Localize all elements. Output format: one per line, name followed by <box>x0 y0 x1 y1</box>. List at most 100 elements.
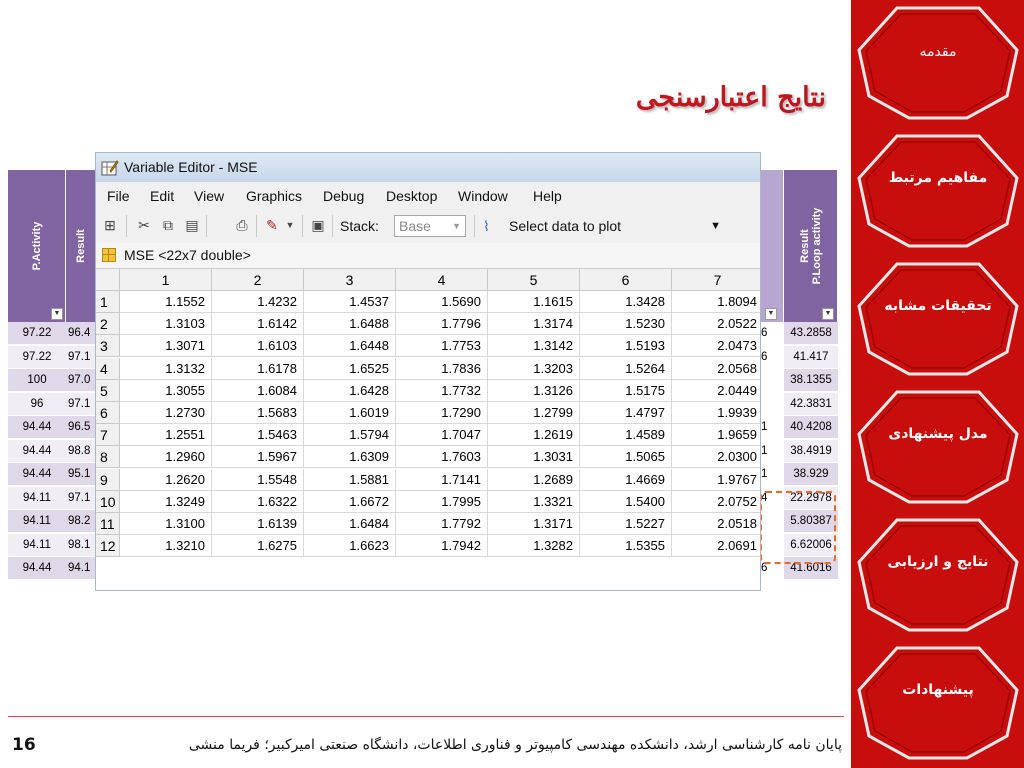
grid-cell[interactable]: 1.5881 <box>304 468 396 491</box>
grid-cell[interactable]: 1.3132 <box>120 357 212 380</box>
row-header[interactable]: 10 <box>96 490 120 513</box>
column-header-7[interactable]: 7 <box>672 269 760 291</box>
grid-cell[interactable]: 1.5230 <box>580 313 672 336</box>
grid-cell[interactable]: 1.6084 <box>212 379 304 402</box>
row-header[interactable]: 9 <box>96 468 120 491</box>
row-header[interactable]: 1 <box>96 291 120 313</box>
grid-cell[interactable]: 1.5065 <box>580 446 672 469</box>
copy-icon[interactable]: ⧉ <box>160 217 176 233</box>
grid-cell[interactable]: 1.4232 <box>212 291 304 313</box>
grid-cell[interactable]: 1.3174 <box>488 313 580 336</box>
row-header[interactable]: 6 <box>96 402 120 424</box>
grid-cell[interactable]: 2.0752 <box>672 491 760 513</box>
menu-item-desktop[interactable]: Desktop <box>386 188 437 204</box>
grid-cell[interactable]: 1.3126 <box>488 379 580 402</box>
paste-icon[interactable]: ▤ <box>184 217 200 233</box>
grid-cell[interactable]: 1.2619 <box>488 424 580 447</box>
grid-cell[interactable]: 1.5683 <box>212 402 304 424</box>
menu-item-graphics[interactable]: Graphics <box>246 188 302 204</box>
stack-select[interactable]: Base ▼ <box>394 215 466 237</box>
grid-cell[interactable]: 1.7290 <box>396 402 488 424</box>
grid-cell[interactable]: 1.1552 <box>120 291 212 313</box>
row-header[interactable]: 12 <box>96 535 120 558</box>
grid-cell[interactable]: 1.5967 <box>212 446 304 469</box>
grid-cell[interactable]: 2.0691 <box>672 535 760 558</box>
grid-cell[interactable]: 1.7942 <box>396 535 488 558</box>
grid-cell[interactable]: 1.4537 <box>304 291 396 313</box>
brush-icon[interactable]: ✎ <box>264 217 280 233</box>
grid-cell[interactable]: 1.3071 <box>120 335 212 358</box>
grid-cell[interactable]: 1.5264 <box>580 357 672 380</box>
row-header[interactable]: 4 <box>96 357 120 380</box>
grid-cell[interactable]: 1.7753 <box>396 335 488 358</box>
row-header[interactable]: 5 <box>96 379 120 402</box>
menu-item-view[interactable]: View <box>194 188 224 204</box>
grid-cell[interactable]: 1.5548 <box>212 468 304 491</box>
grid-cell[interactable]: 1.7141 <box>396 468 488 491</box>
import-icon[interactable]: ⊞ <box>102 217 118 233</box>
grid-cell[interactable]: 1.5400 <box>580 490 672 513</box>
grid-cell[interactable]: 1.2689 <box>488 468 580 491</box>
grid-cell[interactable]: 1.6019 <box>304 402 396 424</box>
grid-cell[interactable]: 1.6623 <box>304 535 396 558</box>
grid-cell[interactable]: 1.3321 <box>488 490 580 513</box>
menu-item-edit[interactable]: Edit <box>150 188 174 204</box>
grid-cell[interactable]: 1.5463 <box>212 424 304 447</box>
grid-cell[interactable]: 1.3203 <box>488 357 580 380</box>
sidebar-item-1[interactable]: مقدمه <box>857 0 1019 120</box>
plot-select[interactable]: ⌇ Select data to plot ▼ <box>480 215 726 237</box>
print-icon[interactable]: ⎙ <box>234 217 250 233</box>
grid-cell[interactable]: 1.3282 <box>488 535 580 558</box>
variable-editor-window[interactable]: Variable Editor - MSE File Edit View Graphi… <box>96 153 760 590</box>
grid-cell[interactable]: 1.9767 <box>672 469 760 491</box>
column-header-4[interactable]: 4 <box>396 269 488 291</box>
grid-cell[interactable]: 1.3210 <box>120 535 212 558</box>
grid-cell[interactable]: 1.9939 <box>672 402 760 424</box>
row-header[interactable]: 3 <box>96 335 120 358</box>
filter-dropdown-icon[interactable]: ▼ <box>765 308 777 320</box>
header-result[interactable]: Result <box>66 170 96 322</box>
header-result-p-loop[interactable]: Result P.Loop activity ▼ <box>784 170 838 322</box>
grid-cell[interactable]: 1.3031 <box>488 446 580 469</box>
header-p-activity[interactable]: P.Activity ▼ <box>8 170 66 322</box>
grid-cell[interactable]: 1.7836 <box>396 357 488 380</box>
grid-cell[interactable]: 1.5355 <box>580 535 672 558</box>
row-header[interactable]: 7 <box>96 424 120 447</box>
grid-cell[interactable]: 1.3055 <box>120 379 212 402</box>
grid-cell[interactable]: 1.4589 <box>580 424 672 447</box>
sidebar-item-3[interactable]: تحقیقات مشابه <box>857 256 1019 376</box>
grid-cell[interactable]: 1.6142 <box>212 313 304 336</box>
grid-cell[interactable]: 2.0449 <box>672 380 760 402</box>
column-header-6[interactable]: 6 <box>580 269 672 291</box>
grid-cell[interactable]: 1.5794 <box>304 424 396 447</box>
grid-cell[interactable]: 1.2620 <box>120 468 212 491</box>
grid-cell[interactable]: 1.7796 <box>396 313 488 336</box>
grid-cell[interactable]: 1.3428 <box>580 291 672 313</box>
editor-titlebar[interactable]: Variable Editor - MSE <box>96 153 760 182</box>
grid-cell[interactable]: 1.6178 <box>212 357 304 380</box>
sidebar-item-2[interactable]: مفاهیم مرتبط <box>857 128 1019 248</box>
grid-cell[interactable]: 1.3103 <box>120 313 212 336</box>
sidebar-item-4[interactable]: مدل پیشنهادی <box>857 384 1019 504</box>
grid-cell[interactable]: 2.0473 <box>672 335 760 358</box>
column-header-3[interactable]: 3 <box>304 269 396 291</box>
grid-cell[interactable]: 1.6484 <box>304 513 396 535</box>
row-header[interactable]: 11 <box>96 513 120 535</box>
grid-cell[interactable]: 1.3249 <box>120 490 212 513</box>
workspace-icon[interactable]: ▣ <box>310 217 326 233</box>
grid-cell[interactable]: 1.6488 <box>304 313 396 336</box>
grid-cell[interactable]: 1.3100 <box>120 513 212 535</box>
row-header[interactable]: 8 <box>96 446 120 469</box>
sidebar-item-6[interactable]: پیشنهادات <box>857 640 1019 760</box>
grid-cell[interactable]: 1.7995 <box>396 490 488 513</box>
sidebar-item-5[interactable]: نتایج و ارزیابی <box>857 512 1019 632</box>
menu-item-debug[interactable]: Debug <box>323 188 364 204</box>
column-header-1[interactable]: 1 <box>120 269 212 291</box>
grid-cell[interactable]: 1.7792 <box>396 513 488 535</box>
grid-cell[interactable]: 1.6309 <box>304 446 396 469</box>
menu-item-help[interactable]: Help <box>533 188 562 204</box>
grid-cell[interactable]: 1.5227 <box>580 513 672 535</box>
chevron-down-icon[interactable]: ▼ <box>282 217 298 233</box>
grid-cell[interactable]: 1.4797 <box>580 402 672 424</box>
grid-cell[interactable]: 2.0518 <box>672 513 760 535</box>
